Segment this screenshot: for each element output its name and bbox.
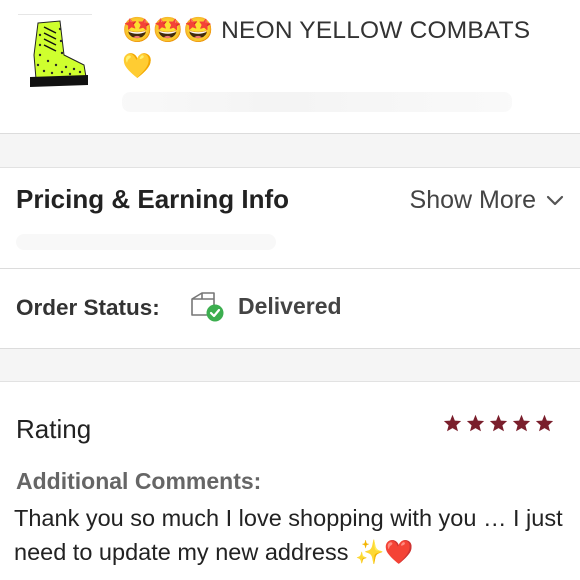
listing-title-text: NEON YELLOW COMBATS	[221, 17, 531, 44]
additional-comments-label: Additional Comments:	[16, 468, 262, 494]
pricing-label: Pricing & Earning Info	[16, 184, 290, 214]
section-divider	[0, 349, 580, 381]
order-status-label: Order Status:	[16, 295, 160, 320]
blurred-pricing	[16, 234, 276, 250]
product-thumbnail[interactable]	[18, 14, 92, 93]
listing-header: 🤩🤩🤩 NEON YELLOW COMBATS 💛	[0, 0, 580, 134]
blurred-detail	[122, 92, 512, 112]
listing-title[interactable]: 🤩🤩🤩 NEON YELLOW COMBATS 💛	[122, 12, 562, 84]
chevron-down-icon	[546, 195, 564, 207]
order-status-section: Order Status: Delivered	[0, 269, 580, 349]
rating-label: Rating	[16, 414, 92, 444]
show-more-button[interactable]: Show More	[410, 186, 564, 215]
star-rating	[443, 414, 554, 432]
star-struck-emoji: 🤩🤩🤩	[122, 15, 215, 44]
boot-image	[18, 15, 92, 93]
package-delivered-icon	[188, 289, 226, 323]
star-icon	[443, 414, 462, 432]
rating-section: Rating Additional Comments: Thank you so…	[0, 381, 580, 580]
yellow-heart-emoji: 💛	[122, 51, 153, 80]
section-divider	[0, 134, 580, 167]
star-icon	[489, 414, 508, 432]
star-icon	[535, 414, 554, 432]
star-icon	[512, 414, 531, 432]
star-icon	[466, 414, 485, 432]
additional-comments-text: Thank you so much I love shopping with y…	[14, 505, 563, 565]
show-more-label: Show More	[409, 186, 536, 214]
pricing-section[interactable]: Pricing & Earning Info Show More	[0, 167, 580, 269]
order-status-value: Delivered	[238, 293, 342, 319]
